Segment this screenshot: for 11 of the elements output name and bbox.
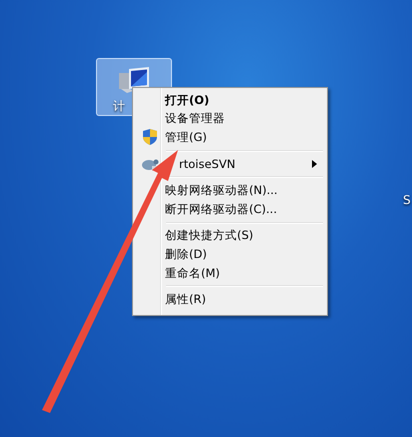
menu-item-label: 设备管理器 [165,111,225,126]
menu-item-label: 打开(O) [165,92,210,108]
menu-item-label: 创建快捷方式(S) [165,228,254,244]
icon-label: 计 [113,98,125,115]
menu-item-label: 管理(G) [165,130,207,145]
menu-item-label: 映射网络驱动器(N)... [165,183,278,198]
menu-item-label: 属性(R) [165,292,206,308]
menu-item-label: 断开网络驱动器(C)... [165,202,277,217]
menu-item-label: rtoiseSVN [179,157,236,172]
menu-item-label: 删除(D) [165,246,207,262]
menu-item-label: 重命名(M) [165,266,220,281]
